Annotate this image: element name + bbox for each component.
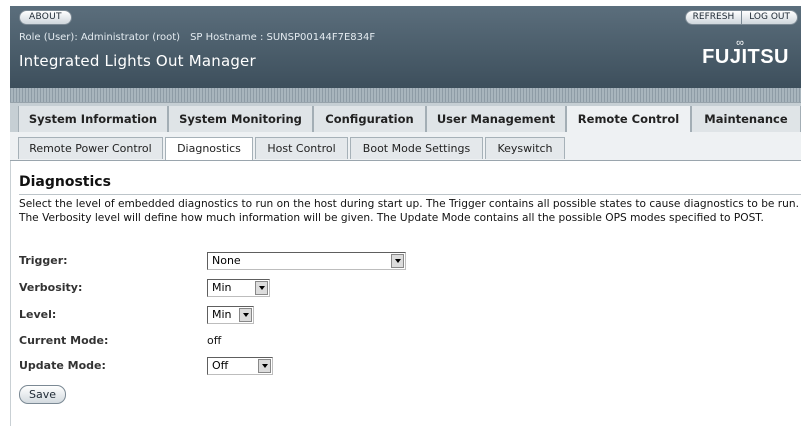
masthead: ABOUT REFRESH LOG OUT Role (User): Admin… [10, 6, 801, 88]
session-info: Role (User): Administrator (root) SP Host… [19, 32, 375, 43]
fujitsu-logo: ∞ FUJITSU [702, 37, 789, 69]
update-mode-select-value: Off [212, 359, 229, 372]
chevron-down-icon [391, 254, 404, 268]
primary-tab-bar: System Information System Monitoring Con… [10, 102, 801, 133]
verbosity-select[interactable]: Min [207, 279, 270, 297]
tab-remote-power-control[interactable]: Remote Power Control [18, 137, 163, 159]
chevron-down-icon [255, 281, 268, 295]
update-mode-select[interactable]: Off [207, 357, 273, 375]
tab-system-monitoring[interactable]: System Monitoring [168, 106, 313, 132]
trigger-label: Trigger: [19, 254, 68, 267]
hostname-text: SP Hostname : SUNSP00144F7E834F [190, 32, 376, 43]
refresh-button[interactable]: REFRESH [686, 11, 742, 24]
header-actions: REFRESH LOG OUT [684, 10, 798, 25]
tab-user-management[interactable]: User Management [426, 106, 566, 132]
role-text: Role (User): Administrator (root) [19, 32, 181, 43]
verbosity-label: Verbosity: [19, 281, 83, 294]
current-mode-value: off [207, 334, 222, 347]
tab-configuration[interactable]: Configuration [313, 106, 426, 132]
tab-boot-mode-settings[interactable]: Boot Mode Settings [350, 137, 483, 159]
tab-system-information[interactable]: System Information [18, 106, 168, 132]
page-title: Diagnostics [19, 174, 111, 190]
about-button[interactable]: ABOUT [19, 10, 72, 25]
save-button[interactable]: Save [19, 385, 67, 404]
tab-keyswitch[interactable]: Keyswitch [485, 137, 565, 159]
tab-remote-control[interactable]: Remote Control [566, 106, 691, 132]
current-mode-label: Current Mode: [19, 334, 109, 347]
secondary-tab-bar: Remote Power Control Diagnostics Host Co… [10, 132, 801, 161]
level-select[interactable]: Min [207, 306, 254, 324]
update-mode-label: Update Mode: [19, 359, 106, 372]
app-title: Integrated Lights Out Manager [19, 52, 256, 70]
trigger-select[interactable]: None [207, 252, 406, 270]
tab-diagnostics[interactable]: Diagnostics [165, 137, 253, 160]
page-description: Select the level of embedded diagnostics… [19, 198, 799, 224]
logo-mark-icon: ∞ [736, 37, 745, 49]
verbosity-select-value: Min [212, 281, 232, 294]
logout-button[interactable]: LOG OUT [741, 11, 797, 24]
title-divider [19, 194, 801, 195]
logo-text: FUJITSU [702, 46, 789, 68]
trigger-select-value: None [212, 254, 241, 267]
tab-host-control[interactable]: Host Control [255, 137, 348, 159]
level-select-value: Min [212, 308, 232, 321]
masthead-stripe [10, 88, 801, 102]
chevron-down-icon [258, 359, 271, 373]
level-label: Level: [19, 308, 57, 321]
chevron-down-icon [239, 308, 252, 322]
diagnostics-panel: Diagnostics Select the level of embedded… [10, 161, 801, 426]
tab-maintenance[interactable]: Maintenance [691, 106, 801, 132]
